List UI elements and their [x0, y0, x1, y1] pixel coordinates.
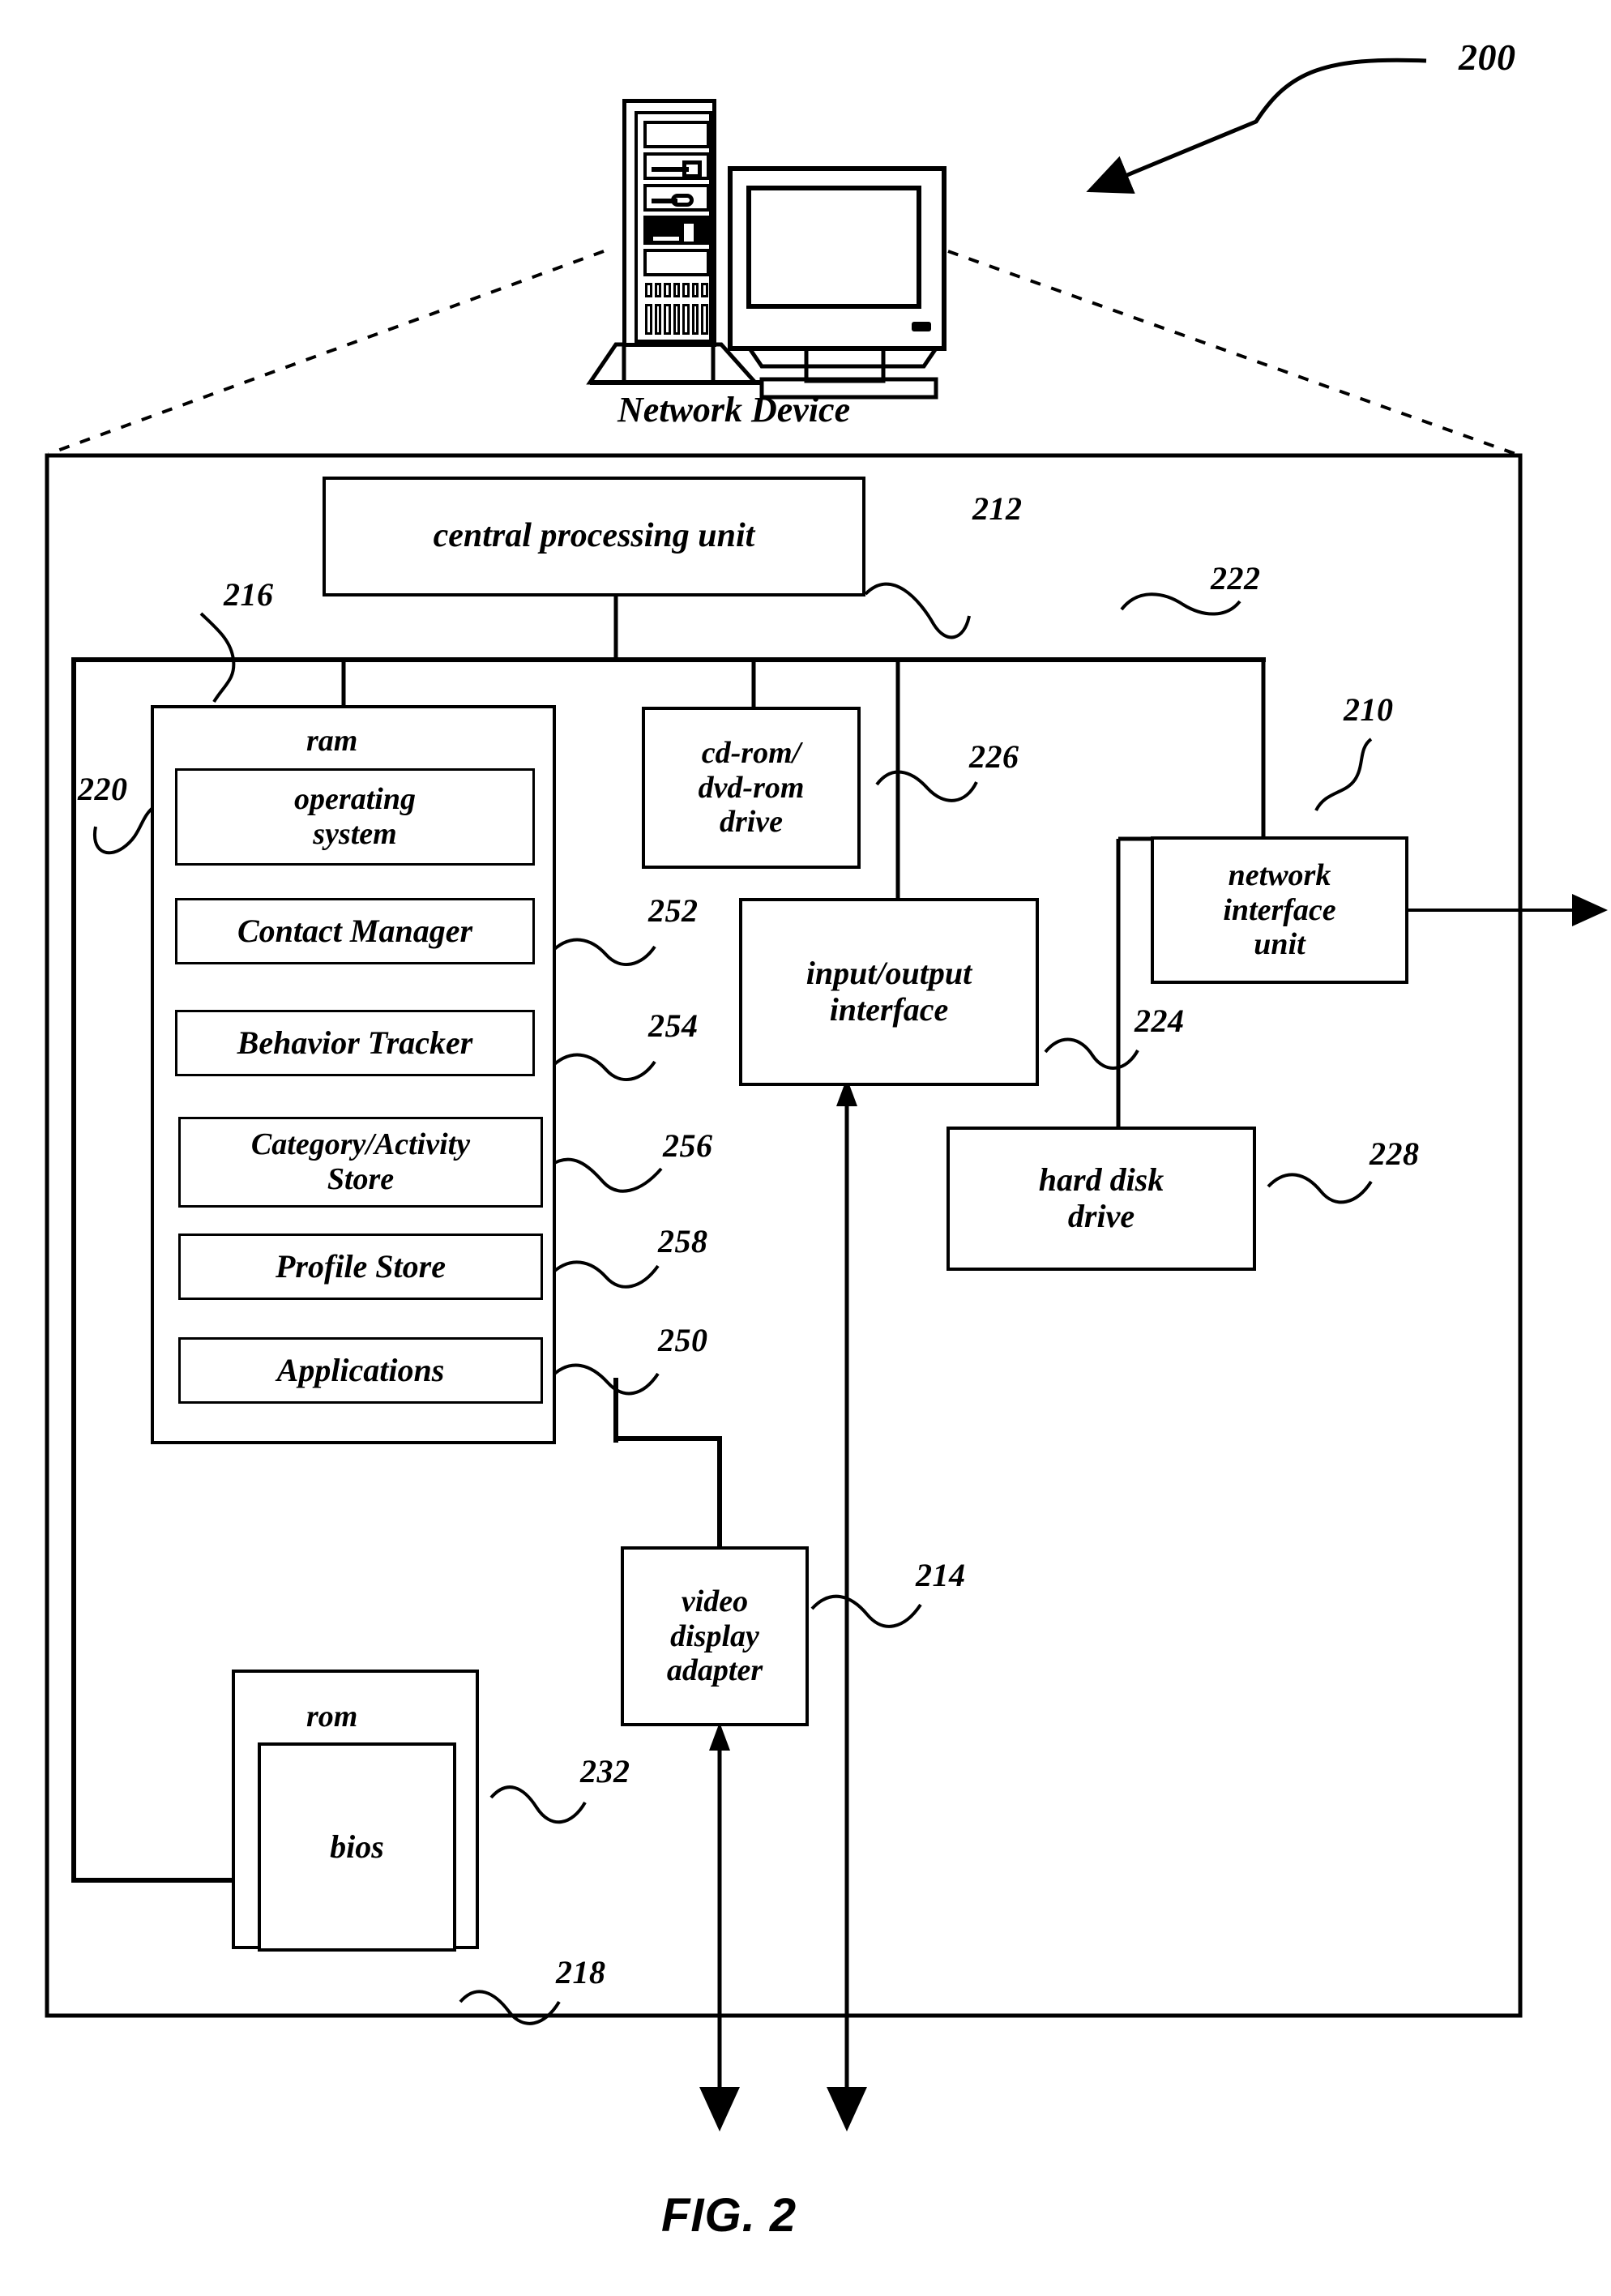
ref-214-squiggle [810, 1594, 922, 1628]
tower-vent-row-2 [643, 302, 710, 336]
ref-212-squiggle [864, 582, 971, 639]
block-behavior-tracker-label: Behavior Tracker [237, 1024, 473, 1061]
computer-monitor [728, 166, 947, 351]
block-contact-manager-label: Contact Manager [237, 912, 473, 949]
block-video-display-adapter[interactable]: video display adapter [621, 1546, 809, 1726]
ref-218-squiggle [459, 1990, 561, 2025]
ref-258: 258 [658, 1223, 708, 1259]
monitor-power-button-icon [912, 322, 931, 331]
ref-258-squiggle [549, 1260, 660, 1289]
block-bios-label: bios [330, 1828, 384, 1865]
block-cpu[interactable]: central processing unit [323, 477, 865, 596]
ref-220: 220 [78, 771, 128, 807]
block-cdrom-label-line1: cd-rom/ [701, 736, 801, 771]
ref-254: 254 [648, 1007, 699, 1044]
block-io-interface[interactable]: input/output interface [739, 898, 1039, 1086]
figure-caption: FIG. 2 [661, 2189, 797, 2242]
block-behavior-tracker[interactable]: Behavior Tracker [175, 1010, 535, 1076]
block-rom-label: rom [306, 1700, 358, 1734]
block-category-label-line1: Category/Activity [250, 1127, 471, 1162]
ref-252: 252 [648, 892, 699, 929]
ref-224: 224 [1135, 1003, 1185, 1039]
ref-256: 256 [663, 1127, 713, 1164]
ref-210: 210 [1344, 691, 1394, 728]
tower-bay-2 [643, 152, 710, 180]
expansion-line-left [48, 250, 605, 455]
ref-232: 232 [580, 1753, 630, 1789]
ref-226: 226 [969, 738, 1019, 775]
ref-224-squiggle [1044, 1037, 1139, 1070]
ref-232-squiggle [489, 1785, 587, 1824]
ref-200-leader [1086, 58, 1427, 194]
block-network-interface-unit[interactable]: network interface unit [1151, 836, 1408, 984]
block-category-label-line2: Store [327, 1162, 395, 1196]
ref-250: 250 [658, 1322, 708, 1358]
block-category-activity-store[interactable]: Category/Activity Store [178, 1117, 543, 1208]
block-os-label-line1: operating [294, 782, 416, 817]
ref-250-squiggle [549, 1363, 660, 1396]
vda-input-arrowhead [709, 1722, 730, 1751]
figure-canvas: Network Device 200 212 216 220 222 210 2… [0, 0, 1611, 2296]
block-vda-label-line3: adapter [666, 1653, 763, 1688]
monitor-neck-top [746, 346, 940, 369]
block-cdrom-label-line2: dvd-rom [698, 770, 805, 805]
ref-200: 200 [1459, 36, 1516, 78]
block-hard-disk-drive[interactable]: hard disk drive [947, 1127, 1256, 1271]
tower-bay-1 [643, 121, 710, 148]
block-ram-label: ram [306, 724, 358, 758]
ref-254-squiggle [549, 1053, 656, 1082]
ref-220-squiggle [92, 804, 157, 855]
drive-button-icon [682, 160, 702, 178]
tower-bay-5 [643, 249, 710, 276]
tower-bay-3 [643, 184, 710, 212]
block-profile-store[interactable]: Profile Store [178, 1234, 543, 1300]
ref-252-squiggle [549, 938, 656, 967]
applications-to-vda-line [613, 1402, 722, 1546]
block-cdrom-drive[interactable]: cd-rom/ dvd-rom drive [642, 707, 861, 869]
block-niu-label-line3: unit [1254, 927, 1305, 962]
expansion-line-right [947, 250, 1516, 455]
block-hdd-label-line2: drive [1067, 1198, 1135, 1234]
monitor-neck [804, 346, 886, 383]
block-profile-store-label: Profile Store [276, 1247, 446, 1285]
computer-tower [622, 99, 716, 347]
block-vda-label-line1: video [681, 1584, 749, 1619]
power-led-icon [684, 224, 694, 242]
hdd-led-icon [653, 237, 679, 241]
block-os-label-line2: system [313, 817, 397, 851]
block-bios[interactable]: bios [258, 1742, 456, 1952]
block-niu-label-line2: interface [1223, 892, 1336, 927]
block-contact-manager[interactable]: Contact Manager [175, 898, 535, 964]
block-niu-label-line1: network [1228, 858, 1331, 893]
ref-228-squiggle [1267, 1173, 1373, 1204]
ref-216: 216 [224, 576, 274, 613]
ref-222: 222 [1211, 560, 1261, 596]
block-operating-system[interactable]: operating system [175, 768, 535, 866]
tower-foot-left [586, 342, 626, 385]
block-io-label-line2: interface [829, 991, 949, 1028]
ref-228: 228 [1370, 1135, 1420, 1172]
block-applications[interactable]: Applications [178, 1337, 543, 1404]
block-applications-label: Applications [276, 1351, 445, 1388]
cd-eject-icon [671, 194, 694, 207]
ref-210-squiggle [1314, 738, 1373, 811]
ref-216-squiggle [199, 612, 236, 703]
block-vda-label-line2: display [670, 1618, 759, 1653]
ref-212: 212 [972, 490, 1023, 527]
ref-214: 214 [916, 1557, 966, 1593]
block-cpu-label: central processing unit [433, 517, 755, 555]
block-cdrom-label-line3: drive [719, 805, 784, 840]
ref-226-squiggle [875, 770, 978, 802]
network-device-label: Network Device [617, 390, 851, 430]
monitor-screen [746, 186, 921, 309]
tower-vent-row-1 [643, 281, 710, 299]
tower-faceplate [635, 111, 712, 343]
block-io-label-line1: input/output [806, 955, 972, 992]
tower-bay-4-dark [643, 216, 710, 245]
ref-218: 218 [556, 1954, 606, 1990]
ref-256-squiggle [549, 1157, 663, 1193]
block-hdd-label-line1: hard disk [1038, 1161, 1164, 1199]
